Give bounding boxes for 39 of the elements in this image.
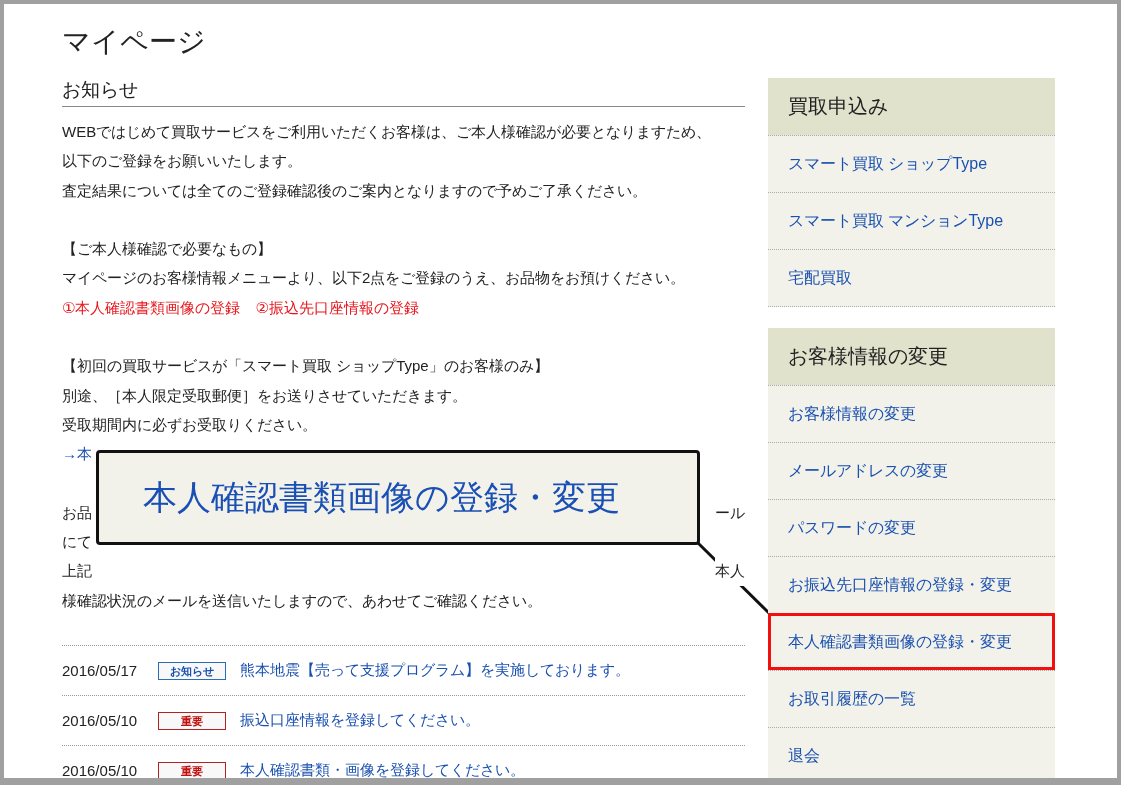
sidebar-link[interactable]: パスワードの変更 (768, 499, 1055, 556)
text-fragment: お品 (62, 502, 92, 523)
sidebar-link[interactable]: お取引履歴の一覧 (768, 670, 1055, 727)
text-line: 【初回の買取サービスが「スマート買取 ショップType」のお客様のみ】 (62, 356, 549, 377)
news-link[interactable]: 振込口座情報を登録してください。 (240, 711, 480, 731)
notice-text: ①本人確認書類画像の登録 ②振込先口座情報の登録 (62, 297, 419, 318)
sidebar-heading: 買取申込み (768, 78, 1055, 135)
text-line: 以下のご登録をお願いいたします。 (62, 151, 302, 172)
text-fragment: 本人 (715, 556, 745, 586)
news-link[interactable]: 熊本地震【売って支援プログラム】を実施しております。 (240, 661, 630, 681)
text-line: 査定結果については全てのご登録確認後のご案内となりますので予めご了承ください。 (62, 180, 647, 201)
sidebar-heading: お客様情報の変更 (768, 328, 1055, 385)
news-date: 2016/05/10 (62, 762, 139, 778)
link-text[interactable]: →本 (62, 439, 92, 469)
text-line: 受取期間内に必ずお受取りください。 (62, 414, 317, 435)
sidebar-link[interactable]: スマート買取 ショップType (768, 135, 1055, 192)
news-date: 2016/05/17 (62, 662, 139, 680)
news-tag: 重要 (158, 761, 226, 778)
text-line: 【ご本人様確認で必要なもの】 (62, 239, 272, 260)
sidebar-link[interactable]: 本人確認書類画像の登録・変更 (768, 613, 1055, 670)
sidebar-link[interactable]: 宅配買取 (768, 249, 1055, 307)
sidebar-link[interactable]: スマート買取 マンションType (768, 192, 1055, 249)
sidebar-link[interactable]: 退会 (768, 727, 1055, 778)
sidebar-link[interactable]: メールアドレスの変更 (768, 442, 1055, 499)
page-title: マイページ (61, 25, 207, 59)
text-line: 別途、［本人限定受取郵便］をお送りさせていただきます。 (62, 385, 467, 406)
news-link[interactable]: 本人確認書類・画像を登録してください。 (240, 761, 525, 778)
news-date: 2016/05/10 (62, 712, 139, 730)
sidebar-link[interactable]: お客様情報の変更 (768, 385, 1055, 442)
section-heading: お知らせ (62, 78, 745, 107)
callout-text: 本人確認書類画像の登録・変更 (143, 476, 620, 518)
text-line: マイページのお客様情報メニューより、以下2点をご登録のうえ、お品物をお預けください。 (62, 268, 686, 289)
text-line: WEBではじめて買取サービスをご利用いただくお客様は、ご本人様確認が必要となりますため、 (62, 122, 712, 142)
text-line: にて (62, 532, 92, 553)
text-line: 様確認状況のメールを送信いたしますので、あわせてご確認ください。 (62, 590, 542, 611)
sidebar-link[interactable]: お振込先口座情報の登録・変更 (768, 556, 1055, 613)
text-fragment: 上記 (62, 561, 92, 582)
news-tag: 重要 (158, 711, 226, 730)
news-tag: お知らせ (158, 661, 226, 680)
